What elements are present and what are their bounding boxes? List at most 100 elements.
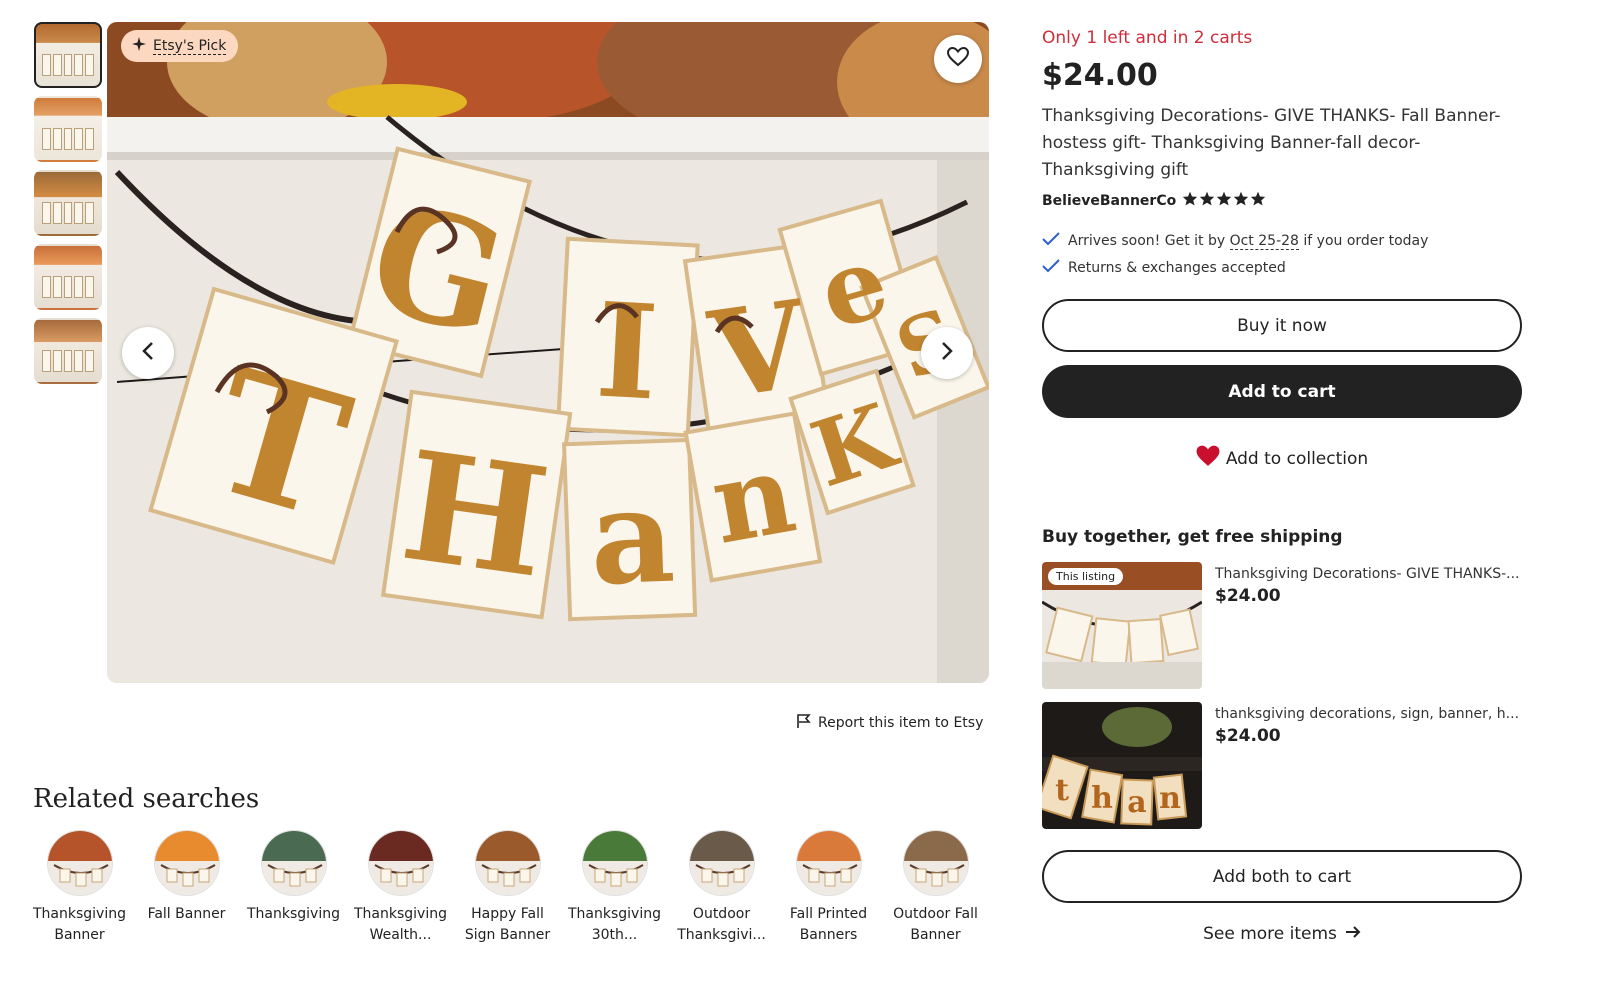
related-search-line2: Sign Banner xyxy=(464,927,551,943)
related-image-tone xyxy=(582,831,647,861)
svg-text:a: a xyxy=(1127,785,1146,820)
related-search-image xyxy=(474,830,541,896)
related-search-image xyxy=(581,830,648,896)
related-image-tone xyxy=(475,831,540,861)
related-search-image xyxy=(153,830,220,896)
related-search-label: Outdoor Thanksgivi... xyxy=(670,904,774,946)
next-image-button[interactable] xyxy=(921,327,973,379)
related-search-label: Thanksgiving xyxy=(242,904,346,925)
related-image-tone xyxy=(261,831,326,861)
report-item-label: Report this item to Etsy xyxy=(818,715,984,731)
related-search-label: Thanksgiving Banner xyxy=(28,904,132,946)
related-image-tone xyxy=(368,831,433,861)
thumbnail-1[interactable] xyxy=(34,22,102,88)
related-search-item[interactable]: Happy Fall Sign Banner xyxy=(454,830,561,946)
related-image-tone xyxy=(154,831,219,861)
product-title: Thanksgiving Decorations- GIVE THANKS- F… xyxy=(1042,106,1501,180)
thumbnail-5[interactable] xyxy=(34,318,102,384)
related-search-image xyxy=(46,830,113,896)
report-item-link[interactable]: Report this item to Etsy xyxy=(796,713,983,733)
main-product-image: G I V e S T H a n K xyxy=(107,22,989,683)
related-search-line1: Thanksgiving xyxy=(354,906,447,922)
related-search-item[interactable]: Fall Banner xyxy=(133,830,240,946)
related-search-label: Thanksgiving 30th... xyxy=(563,904,667,946)
related-search-line2: Wealth... xyxy=(369,927,432,943)
bundle-title: Buy together, get free shipping xyxy=(1042,527,1343,547)
thumbnail-4[interactable] xyxy=(34,244,102,310)
check-icon xyxy=(1042,259,1060,277)
related-search-line1: Thanksgiving xyxy=(33,906,126,922)
rating-stars[interactable] xyxy=(1182,191,1266,210)
related-search-image xyxy=(902,830,969,896)
add-both-to-cart-button[interactable]: Add both to cart xyxy=(1042,850,1522,903)
flag-icon xyxy=(796,713,812,733)
bundle-item-price: $24.00 xyxy=(1215,586,1281,606)
related-search-line1: Happy Fall xyxy=(471,906,544,922)
letter-top-2: I xyxy=(593,274,662,430)
related-image-tone xyxy=(689,831,754,861)
related-search-line1: Fall Printed xyxy=(789,906,868,922)
related-search-image xyxy=(688,830,755,896)
related-search-image xyxy=(367,830,434,896)
related-search-line1: Fall Banner xyxy=(147,906,226,922)
related-search-item[interactable]: Thanksgiving Wealth... xyxy=(347,830,454,946)
etsys-pick-badge[interactable]: Etsy's Pick xyxy=(121,30,239,62)
add-to-cart-button[interactable]: Add to cart xyxy=(1042,365,1522,418)
related-search-item[interactable]: Thanksgiving 30th... xyxy=(561,830,668,946)
letter-bottom-3: a xyxy=(588,459,678,615)
related-search-line1: Outdoor Fall xyxy=(893,906,978,922)
related-search-item[interactable]: Outdoor Thanksgivi... xyxy=(668,830,775,946)
related-search-line2: Banners xyxy=(799,927,858,943)
stock-notice: Only 1 left and in 2 carts xyxy=(1042,28,1253,48)
thumbnail-2[interactable] xyxy=(34,96,102,162)
arrival-suffix: if you order today xyxy=(1298,233,1429,249)
related-search-image xyxy=(795,830,862,896)
shop-name-link[interactable]: BelieveBannerCo xyxy=(1042,193,1176,209)
related-searches-title: Related searches xyxy=(33,784,260,814)
add-to-collection-button[interactable]: Add to collection xyxy=(1042,445,1522,472)
related-search-label: Happy Fall Sign Banner xyxy=(456,904,560,946)
add-to-collection-label: Add to collection xyxy=(1225,448,1369,469)
arrival-dates[interactable]: Oct 25-28 xyxy=(1229,233,1299,250)
thumbnail-3[interactable] xyxy=(34,170,102,236)
related-search-line2: Thanksgivi... xyxy=(677,927,766,943)
banner-photo: G I V e S T H a n K xyxy=(107,22,989,683)
related-search-item[interactable]: Fall Printed Banners xyxy=(775,830,882,946)
buy-it-now-button[interactable]: Buy it now xyxy=(1042,299,1522,352)
favorite-button[interactable] xyxy=(934,35,982,83)
returns-perk: Returns & exchanges accepted xyxy=(1042,259,1286,277)
arrival-perk: Arrives soon! Get it by Oct 25-28 if you… xyxy=(1042,232,1428,250)
svg-text:t: t xyxy=(1055,773,1069,808)
returns-text: Returns & exchanges accepted xyxy=(1068,260,1286,276)
related-search-item[interactable]: Thanksgiving Banner xyxy=(26,830,133,946)
previous-image-button[interactable] xyxy=(122,327,174,379)
related-search-line1: Outdoor xyxy=(692,906,751,922)
related-search-label: Fall Banner xyxy=(135,904,239,925)
related-search-item[interactable]: Outdoor Fall Banner xyxy=(882,830,989,946)
arrival-prefix: Arrives soon! Get it by xyxy=(1068,233,1230,249)
bundle-item[interactable]: This listing Thanksgiving Decorations- G… xyxy=(1042,562,1525,689)
price: $24.00 xyxy=(1042,58,1158,93)
check-icon xyxy=(1042,232,1060,250)
related-search-label: Outdoor Fall Banner xyxy=(884,904,988,946)
related-image-tone xyxy=(796,831,861,861)
related-search-item[interactable]: Thanksgiving xyxy=(240,830,347,946)
star-icon xyxy=(1199,191,1215,210)
related-search-line1: Thanksgiving xyxy=(247,906,340,922)
star-icon xyxy=(1182,191,1198,210)
related-search-line1: Thanksgiving xyxy=(568,906,661,922)
sparkle-icon xyxy=(131,36,147,56)
see-more-items-link[interactable]: See more items xyxy=(1042,924,1522,944)
bundle-item-image: This listing xyxy=(1042,562,1202,689)
shop-info: BelieveBannerCo xyxy=(1042,191,1266,210)
arrival-text: Arrives soon! Get it by Oct 25-28 if you… xyxy=(1068,233,1429,250)
related-image-tone xyxy=(47,831,112,861)
related-search-line2: Banner xyxy=(910,927,961,943)
chevron-left-icon xyxy=(141,341,155,365)
bundle-item[interactable]: t h a n thanksgiving decorations, sign, … xyxy=(1042,702,1525,829)
heart-outline-icon xyxy=(946,46,970,71)
star-icon xyxy=(1250,191,1266,210)
chevron-right-icon xyxy=(940,341,954,365)
bundle-item-name: Thanksgiving Decorations- GIVE THANKS-..… xyxy=(1215,566,1520,582)
svg-text:n: n xyxy=(1159,781,1181,816)
